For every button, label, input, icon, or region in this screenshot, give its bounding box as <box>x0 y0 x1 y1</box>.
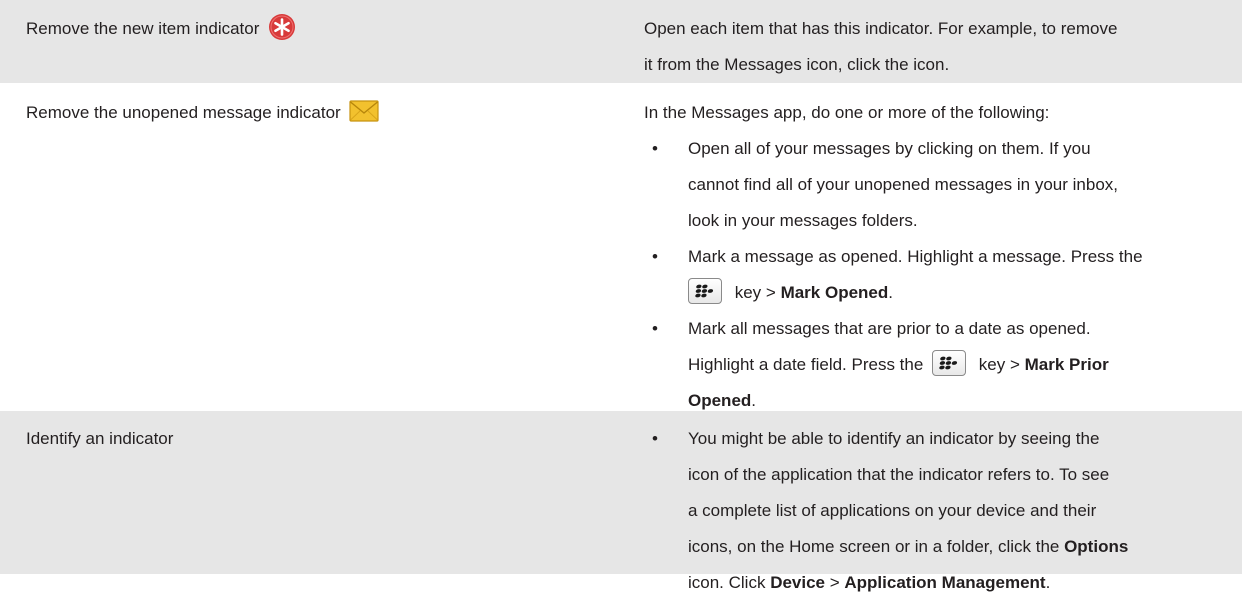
bullet-text: icons, on the Home screen or in a folder… <box>688 537 1065 556</box>
bullet-text-line: icon of the application that the indicat… <box>688 465 1110 484</box>
bullet-text: Highlight a date field. Press the <box>688 355 924 374</box>
menu-key-icon <box>688 278 722 304</box>
sentence-end: . <box>1045 573 1051 592</box>
bullet-marker: • <box>652 319 658 338</box>
unopened-message-envelope-icon <box>349 99 380 123</box>
sentence-end: . <box>888 283 893 302</box>
ui-term: Application Management <box>844 573 1046 592</box>
menu-item-name: Mark Prior <box>1024 355 1109 374</box>
table-row: Remove the unopened message indicator In… <box>0 84 1242 411</box>
bullet-marker: • <box>652 429 658 448</box>
key-suffix: key > <box>730 283 781 302</box>
bullet-list: • Open all of your messages by clicking … <box>644 131 1242 419</box>
bullet-marker: • <box>652 247 658 266</box>
action-cell: In the Messages app, do one or more of t… <box>644 84 1242 410</box>
bullet-text-line: Mark all messages that are prior to a da… <box>688 319 1091 338</box>
action-intro: In the Messages app, do one or more of t… <box>644 103 1050 122</box>
bullet-text-line: cannot find all of your unopened message… <box>688 175 1118 194</box>
list-item: • Mark all messages that are prior to a … <box>644 311 1242 419</box>
menu-item-name: Opened <box>688 391 752 410</box>
sentence-end: . <box>751 391 757 410</box>
indicator-table: Remove the new item indicator Open each … <box>0 0 1242 592</box>
task-label: Remove the unopened message indicator <box>26 103 341 122</box>
action-text-line: Open each item that has this indicator. … <box>644 19 1118 38</box>
task-label: Identify an indicator <box>26 429 174 448</box>
bullet-text: icon. Click <box>688 573 771 592</box>
bullet-text-line: a complete list of applications on your … <box>688 501 1097 520</box>
bullet-text: > <box>825 573 845 592</box>
bullet-list: • You might be able to identify an indic… <box>644 421 1242 601</box>
task-cell: Remove the new item indicator <box>0 0 644 83</box>
action-cell: Open each item that has this indicator. … <box>644 0 1242 83</box>
bullet-text-line: icons, on the Home screen or in a folder… <box>688 529 1242 565</box>
bullet-text-line: Open all of your messages by clicking on… <box>688 139 1091 158</box>
task-cell: Remove the unopened message indicator <box>0 84 644 410</box>
ui-term: Options <box>1064 537 1129 556</box>
task-cell: Identify an indicator <box>0 411 644 574</box>
list-item: • Mark a message as opened. Highlight a … <box>644 239 1242 311</box>
bullet-text-line: icon. Click Device > Application Managem… <box>688 565 1242 601</box>
action-text-line: it from the Messages icon, click the ico… <box>644 55 950 74</box>
bullet-text-line: look in your messages folders. <box>688 211 918 230</box>
bullet-text-line: You might be able to identify an indicat… <box>688 429 1100 448</box>
new-item-indicator-icon <box>268 13 296 41</box>
bullet-text-line: Opened. <box>688 383 1242 419</box>
table-row: Remove the new item indicator Open each … <box>0 0 1242 84</box>
list-item: • Open all of your messages by clicking … <box>644 131 1242 239</box>
key-suffix: key > <box>974 355 1025 374</box>
menu-item-name: Mark Opened <box>780 283 889 302</box>
bullet-text-line: Highlight a date field. Press the key > … <box>688 347 1242 383</box>
bullet-text-line: key > Mark Opened. <box>688 275 1242 311</box>
table-row: Identify an indicator • You might be abl… <box>0 411 1242 592</box>
list-item: • You might be able to identify an indic… <box>644 421 1242 601</box>
menu-key-icon <box>932 350 967 376</box>
task-label: Remove the new item indicator <box>26 19 260 38</box>
ui-term: Device <box>770 573 826 592</box>
action-cell: • You might be able to identify an indic… <box>644 411 1242 592</box>
bullet-marker: • <box>652 139 658 158</box>
bullet-text-line: Mark a message as opened. Highlight a me… <box>688 247 1143 266</box>
